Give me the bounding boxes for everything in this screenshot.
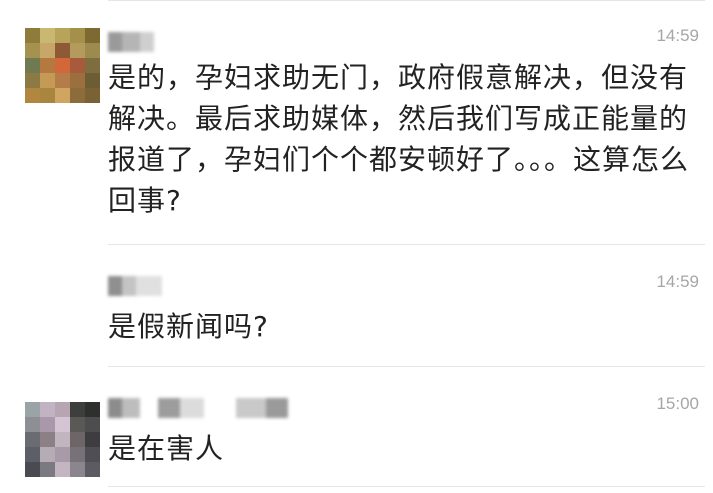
- avatar-pixel: [85, 417, 100, 432]
- avatar-pixel: [40, 73, 55, 88]
- timestamp: 15:00: [656, 394, 699, 413]
- divider: [108, 366, 705, 367]
- username-blurred[interactable]: [108, 398, 298, 418]
- avatar-pixel: [70, 462, 85, 477]
- avatar-pixel: [25, 28, 40, 43]
- comment-text: 是在害人: [108, 432, 225, 465]
- avatar-pixel: [70, 447, 85, 462]
- avatar-pixel: [55, 462, 70, 477]
- avatar-pixel: [40, 432, 55, 447]
- avatar-pixel: [25, 88, 40, 103]
- avatar-pixel: [70, 28, 85, 43]
- avatar-pixel: [55, 28, 70, 43]
- avatar-pixel: [70, 43, 85, 58]
- avatar-pixel: [85, 402, 100, 417]
- avatar-pixel: [70, 88, 85, 103]
- avatar-pixel: [70, 58, 85, 73]
- comment-text: 是的，孕妇求助无门，政府假意解决，但没有解决。最后求助媒体，然后我们写成正能量的…: [108, 61, 690, 217]
- avatar[interactable]: [25, 402, 100, 477]
- avatar-pixel: [55, 88, 70, 103]
- username-blurred[interactable]: [108, 32, 158, 52]
- avatar-pixel: [25, 402, 40, 417]
- avatar-pixel: [55, 417, 70, 432]
- timestamp: 14:59: [656, 26, 699, 45]
- avatar-pixel: [40, 43, 55, 58]
- avatar-pixel: [40, 58, 55, 73]
- avatar-pixel: [70, 417, 85, 432]
- avatar-pixel: [55, 402, 70, 417]
- avatar[interactable]: [25, 28, 100, 103]
- avatar-pixel: [40, 417, 55, 432]
- avatar-pixel: [85, 447, 100, 462]
- avatar-pixel: [85, 462, 100, 477]
- avatar-pixel: [85, 58, 100, 73]
- divider: [108, 244, 705, 245]
- avatar-pixel: [25, 432, 40, 447]
- comment-text: 是假新闻吗?: [108, 310, 269, 343]
- timestamp: 14:59: [656, 272, 699, 291]
- avatar-pixel: [25, 73, 40, 88]
- avatar-pixel: [25, 417, 40, 432]
- avatar-pixel: [40, 88, 55, 103]
- avatar-pixel: [85, 88, 100, 103]
- avatar-pixel: [70, 402, 85, 417]
- username-blurred[interactable]: [108, 276, 168, 296]
- avatar-pixel: [55, 58, 70, 73]
- avatar-pixel: [25, 43, 40, 58]
- avatar-pixel: [40, 447, 55, 462]
- avatar-pixel: [40, 462, 55, 477]
- avatar-pixel: [25, 447, 40, 462]
- avatar-pixel: [85, 73, 100, 88]
- avatar-pixel: [40, 402, 55, 417]
- avatar-pixel: [55, 73, 70, 88]
- avatar-pixel: [55, 432, 70, 447]
- avatar-pixel: [25, 462, 40, 477]
- avatar-pixel: [85, 28, 100, 43]
- divider: [108, 486, 705, 487]
- avatar-pixel: [70, 432, 85, 447]
- avatar-pixel: [55, 447, 70, 462]
- avatar-pixel: [25, 58, 40, 73]
- avatar-pixel: [70, 73, 85, 88]
- avatar-pixel: [55, 43, 70, 58]
- top-divider: [108, 0, 705, 1]
- avatar-pixel: [85, 43, 100, 58]
- avatar-pixel: [85, 432, 100, 447]
- avatar-pixel: [40, 28, 55, 43]
